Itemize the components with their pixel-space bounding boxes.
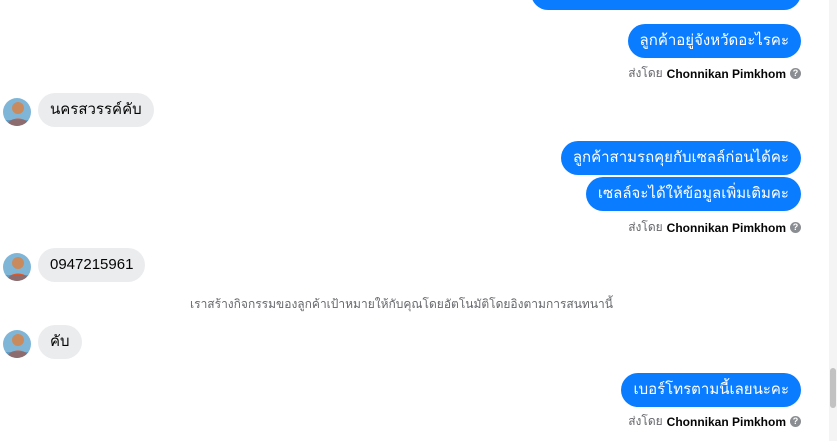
message-bubble-incoming[interactable]: 0947215961 xyxy=(38,248,146,282)
message-bubble-outgoing[interactable]: ลูกค้าสามรถคุยกับเซลล์ก่อนได้คะ xyxy=(560,141,801,175)
message-bubble-outgoing[interactable]: เซลล์จะได้ให้ข้อมูลเพิ่มเติมคะ xyxy=(585,177,801,211)
sent-by-prefix: ส่งโดย xyxy=(628,66,663,80)
sent-by-prefix: ส่งโดย xyxy=(628,414,663,428)
message-bubble-incoming[interactable]: นครสวรรค์คับ xyxy=(38,93,154,127)
sent-by-label: ส่งโดย Chonnikan Pimkhom ? xyxy=(628,64,801,83)
avatar[interactable] xyxy=(3,330,31,358)
scrollbar-track[interactable] xyxy=(829,0,837,441)
chat-thread: ลูกค้าอยู่จังหวัดอะไรคะ ส่งโดย Chonnikan… xyxy=(0,0,837,441)
system-notice: เราสร้างกิจกรรมของลูกค้าเป้าหมายให้กับคุ… xyxy=(190,297,613,311)
scrollbar-thumb[interactable] xyxy=(830,368,836,408)
message-bubble-outgoing[interactable]: ลูกค้าอยู่จังหวัดอะไรคะ xyxy=(627,24,801,58)
message-bubble-outgoing-partial[interactable] xyxy=(531,0,801,10)
avatar[interactable] xyxy=(3,98,31,126)
sender-name: Chonnikan Pimkhom xyxy=(666,414,786,429)
message-bubble-outgoing[interactable]: เบอร์โทรตามนี้เลยนะคะ xyxy=(621,373,801,407)
sent-by-label: ส่งโดย Chonnikan Pimkhom ? xyxy=(628,218,801,237)
sender-name: Chonnikan Pimkhom xyxy=(666,66,786,81)
sender-name: Chonnikan Pimkhom xyxy=(666,220,786,235)
info-icon[interactable]: ? xyxy=(790,416,801,427)
avatar[interactable] xyxy=(3,253,31,281)
sent-by-prefix: ส่งโดย xyxy=(628,220,663,234)
sent-by-label: ส่งโดย Chonnikan Pimkhom ? xyxy=(628,412,801,431)
info-icon[interactable]: ? xyxy=(790,68,801,79)
message-bubble-incoming[interactable]: คับ xyxy=(38,325,82,359)
info-icon[interactable]: ? xyxy=(790,222,801,233)
